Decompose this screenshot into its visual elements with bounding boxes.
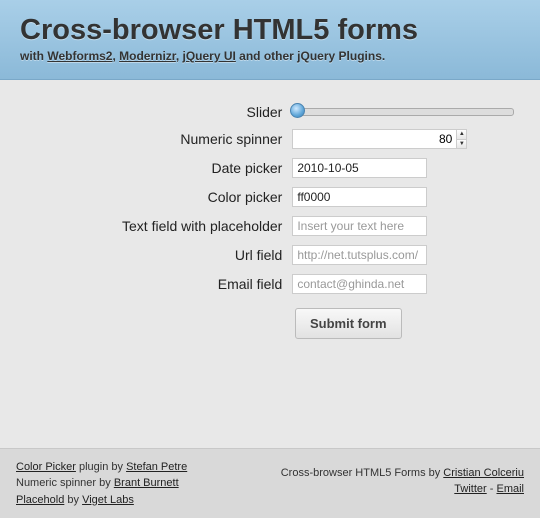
spinner-label: Numeric spinner [20,131,292,147]
page-subtitle: with Webforms2, Modernizr, jQuery UI and… [20,49,520,63]
email-label: Email field [20,276,292,292]
link-webforms2[interactable]: Webforms2 [47,49,112,63]
url-label: Url field [20,247,292,263]
slider-handle[interactable] [290,103,305,118]
date-input[interactable] [292,158,427,178]
page-title: Cross-browser HTML5 forms [20,14,520,47]
submit-button[interactable]: Submit form [295,308,402,339]
link-brant-burnett[interactable]: Brant Burnett [114,477,179,489]
numeric-spinner[interactable]: ▲ ▼ [292,129,467,149]
link-stefan-petre[interactable]: Stefan Petre [126,461,187,473]
spinner-value[interactable] [293,130,456,148]
color-label: Color picker [20,189,292,205]
link-color-picker[interactable]: Color Picker [16,461,76,473]
slider-input[interactable] [292,108,514,116]
spinner-up-button[interactable]: ▲ [457,130,466,140]
link-viget-labs[interactable]: Viget Labs [82,494,134,506]
link-modernizr[interactable]: Modernizr [119,49,176,63]
link-author[interactable]: Cristian Colceriu [443,467,524,479]
text-input[interactable] [292,216,427,236]
text-label: Text field with placeholder [20,218,292,234]
date-label: Date picker [20,160,292,176]
form: Slider Numeric spinner ▲ ▼ Date picker C… [0,80,540,359]
slider-label: Slider [20,104,292,120]
email-input[interactable] [292,274,427,294]
page-header: Cross-browser HTML5 forms with Webforms2… [0,0,540,80]
footer-credits: Color Picker plugin by Stefan Petre Nume… [16,459,187,509]
link-twitter[interactable]: Twitter [454,483,486,495]
spinner-down-button[interactable]: ▼ [457,140,466,149]
color-input[interactable] [292,187,427,207]
footer: Color Picker plugin by Stefan Petre Nume… [0,448,540,518]
subtitle-text: with [20,49,47,63]
link-email[interactable]: Email [496,483,524,495]
link-placehold[interactable]: Placehold [16,494,64,506]
link-jquery-ui[interactable]: jQuery UI [182,49,235,63]
url-input[interactable] [292,245,427,265]
